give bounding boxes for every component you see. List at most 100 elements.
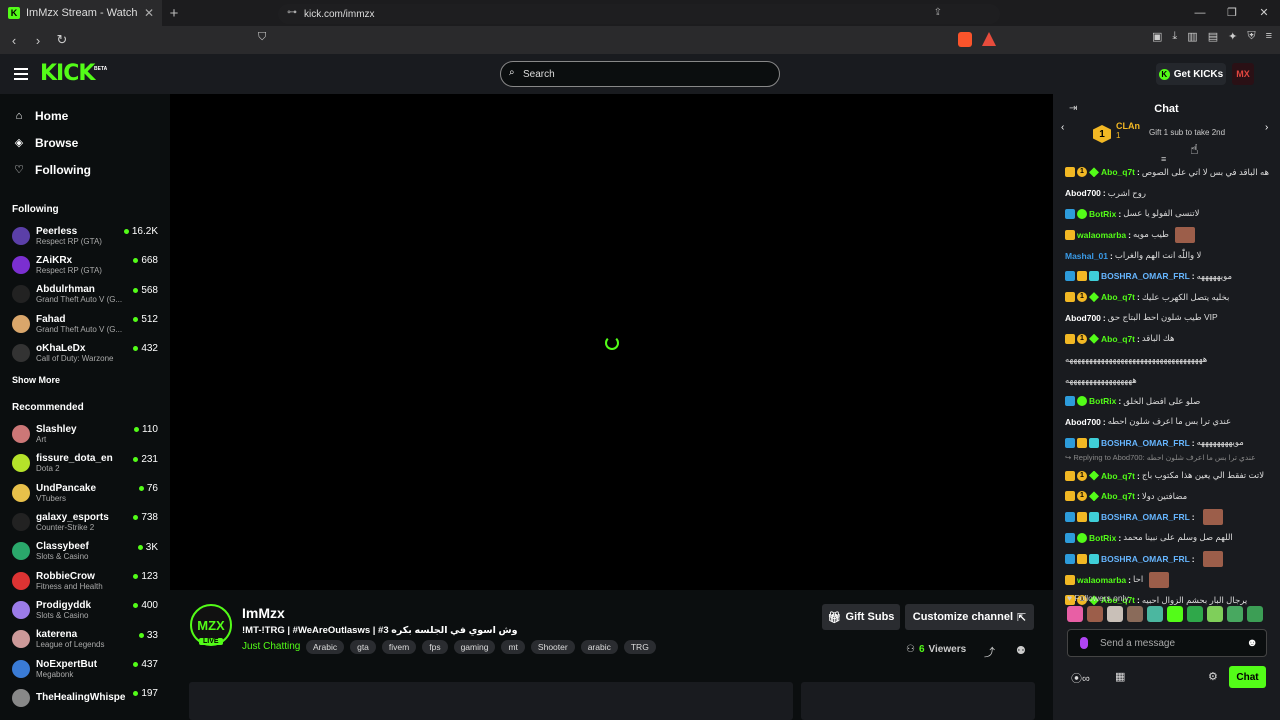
- sidebar-channel[interactable]: oKhaLeDx Call of Duty: Warzone 432: [0, 338, 170, 367]
- emote-icon[interactable]: [1147, 606, 1163, 622]
- bookmark-icon[interactable]: ⛉: [258, 31, 266, 44]
- chat-username[interactable]: BotRix: [1089, 209, 1116, 219]
- stream-tag[interactable]: Arabic: [306, 640, 345, 654]
- chat-username[interactable]: walaomarba: [1077, 575, 1126, 585]
- sidebar-channel[interactable]: Classybeef Slots & Casino 3K: [0, 537, 170, 566]
- sidebar-channel[interactable]: Abdulrhman Grand Theft Auto V (G... 568: [0, 280, 170, 309]
- channel-name[interactable]: ImMzx: [242, 605, 285, 621]
- sidebar-channel[interactable]: galaxy_esports Counter-Strike 2 738: [0, 507, 170, 536]
- kick-logo[interactable]: KICK: [40, 61, 95, 86]
- stream-tag[interactable]: Shooter: [530, 640, 575, 654]
- sidebar-channel[interactable]: Slashley Art 110: [0, 419, 170, 448]
- chat-username[interactable]: walaomarba: [1077, 230, 1126, 240]
- emoji-icon[interactable]: ☻: [1246, 637, 1258, 649]
- chat-message-input[interactable]: Send a message ☻: [1067, 629, 1267, 657]
- chat-username[interactable]: BOSHRA_OMAR_FRL: [1101, 271, 1190, 281]
- sidebar-channel[interactable]: katerena League of Legends 33: [0, 625, 170, 654]
- prev-arrow-icon[interactable]: ‹: [1061, 122, 1064, 133]
- forward-icon[interactable]: ›: [28, 33, 48, 48]
- chat-username[interactable]: Abo_q7t: [1101, 334, 1135, 344]
- sidebar-channel[interactable]: TheHealingWhispe 197: [0, 683, 170, 712]
- downloads-icon[interactable]: ⤓: [1172, 30, 1177, 43]
- chat-username[interactable]: Abo_q7t: [1101, 491, 1135, 501]
- chat-username[interactable]: BOSHRA_OMAR_FRL: [1101, 554, 1190, 564]
- sidebar-channel[interactable]: fissure_dota_en Dota 2 231: [0, 449, 170, 478]
- close-tab-icon[interactable]: ✕: [144, 6, 154, 20]
- sidebar-channel[interactable]: UndPancake VTubers 76: [0, 478, 170, 507]
- microphone-icon[interactable]: [1080, 637, 1088, 649]
- stream-tag[interactable]: fivem: [381, 640, 417, 654]
- search-input[interactable]: ⌕ Search: [500, 61, 780, 87]
- extensions-icon[interactable]: ▣: [1152, 30, 1162, 43]
- wallet-icon[interactable]: ▤: [1208, 30, 1218, 43]
- leo-ai-icon[interactable]: ✦: [1228, 30, 1237, 43]
- store-icon[interactable]: ▦: [1115, 670, 1125, 683]
- stream-tag[interactable]: mt: [501, 640, 525, 654]
- video-player[interactable]: [170, 94, 1053, 590]
- sidebar-item-browse[interactable]: ◈ Browse: [0, 129, 170, 156]
- sidebar-icon[interactable]: ▥: [1187, 30, 1197, 43]
- emote-icon[interactable]: [1187, 606, 1203, 622]
- stream-tag[interactable]: arabic: [580, 640, 618, 654]
- share-icon[interactable]: ⇪: [934, 7, 942, 18]
- next-arrow-icon[interactable]: ›: [1265, 122, 1268, 133]
- emote-icon[interactable]: [1227, 606, 1243, 622]
- chat-username[interactable]: Abo_q7t: [1101, 292, 1135, 302]
- chat-username[interactable]: Abod700: [1065, 188, 1101, 198]
- emote-icon[interactable]: [1207, 606, 1223, 622]
- emote-icon[interactable]: [1167, 606, 1183, 622]
- sidebar-channel[interactable]: RobbieCrow Fitness and Health 123: [0, 566, 170, 595]
- chat-username[interactable]: BOSHRA_OMAR_FRL: [1101, 438, 1190, 448]
- reload-icon[interactable]: ↻: [52, 32, 72, 48]
- vpn-icon[interactable]: ⛨: [1247, 30, 1255, 43]
- user-avatar[interactable]: MX: [1232, 63, 1254, 85]
- url-field[interactable]: ⊶ kick.com/immzx ⇪: [278, 4, 1000, 24]
- chat-username[interactable]: Abo_q7t: [1101, 471, 1135, 481]
- sidebar-channel[interactable]: Fahad Grand Theft Auto V (G... 512: [0, 309, 170, 338]
- sidebar-channel[interactable]: Peerless Respect RP (GTA) 16.2K: [0, 221, 170, 250]
- back-icon[interactable]: ‹: [4, 33, 24, 48]
- new-tab-button[interactable]: +: [162, 5, 186, 22]
- browser-tab[interactable]: K ImMzx Stream - Watch Live o ✕: [0, 0, 162, 26]
- gift-prompt[interactable]: Gift 1 sub to take 2nd: [1149, 128, 1225, 137]
- sidebar-channel[interactable]: ZAiKRx Respect RP (GTA) 668: [0, 250, 170, 279]
- chat-username[interactable]: BotRix: [1089, 396, 1116, 406]
- emote-icon[interactable]: [1087, 606, 1103, 622]
- emote-icon[interactable]: [1127, 606, 1143, 622]
- gift-subs-button[interactable]: 🎁︎ Gift Subs: [822, 604, 900, 630]
- restore-icon[interactable]: ❐: [1216, 0, 1248, 26]
- stream-tag[interactable]: TRG: [623, 640, 656, 654]
- get-kicks-button[interactable]: K Get KICKs: [1156, 63, 1226, 85]
- sidebar-channel[interactable]: NoExpertBut Megabonk 437: [0, 654, 170, 683]
- stream-category-link[interactable]: Just Chatting: [242, 641, 300, 652]
- settings-gear-icon[interactable]: ⚙: [1208, 670, 1218, 683]
- brave-shields-icon[interactable]: [958, 32, 972, 47]
- close-window-icon[interactable]: ✕: [1248, 0, 1280, 26]
- stream-tag[interactable]: fps: [422, 640, 448, 654]
- emote-icon[interactable]: [1107, 606, 1123, 622]
- sidebar-item-following[interactable]: ♡ Following: [0, 156, 170, 183]
- sidebar-channel[interactable]: Prodigyddk Slots & Casino 400: [0, 595, 170, 624]
- minimize-icon[interactable]: —: [1184, 0, 1216, 26]
- menu-toggle-icon[interactable]: [14, 68, 28, 80]
- chat-username[interactable]: Abo_q7t: [1101, 167, 1135, 177]
- emote-icon[interactable]: [1067, 606, 1083, 622]
- send-chat-button[interactable]: Chat: [1229, 666, 1266, 688]
- emote-icon[interactable]: [1247, 606, 1263, 622]
- site-info-icon[interactable]: ⊶: [287, 7, 297, 18]
- menu-icon[interactable]: ≡: [1266, 30, 1272, 43]
- kicks-icon[interactable]: ⦿∞: [1071, 670, 1090, 686]
- show-more-button[interactable]: Show More: [0, 375, 170, 389]
- follow-icon[interactable]: ⚉: [1016, 644, 1026, 657]
- top-gifter-name[interactable]: CLAn: [1116, 121, 1140, 131]
- stream-tag[interactable]: gta: [350, 640, 376, 654]
- chat-username[interactable]: BOSHRA_OMAR_FRL: [1101, 512, 1190, 522]
- chat-username[interactable]: BotRix: [1089, 533, 1116, 543]
- share-stream-icon[interactable]: ⤴: [984, 644, 995, 660]
- stream-tag[interactable]: gaming: [453, 640, 496, 654]
- chat-username[interactable]: Abod700: [1065, 313, 1101, 323]
- chat-username[interactable]: Abod700: [1065, 417, 1101, 427]
- customize-channel-button[interactable]: Customize channel ⇱: [905, 604, 1034, 630]
- chat-username[interactable]: Mashal_01: [1065, 251, 1108, 261]
- sidebar-item-home[interactable]: ⌂ Home: [0, 102, 170, 129]
